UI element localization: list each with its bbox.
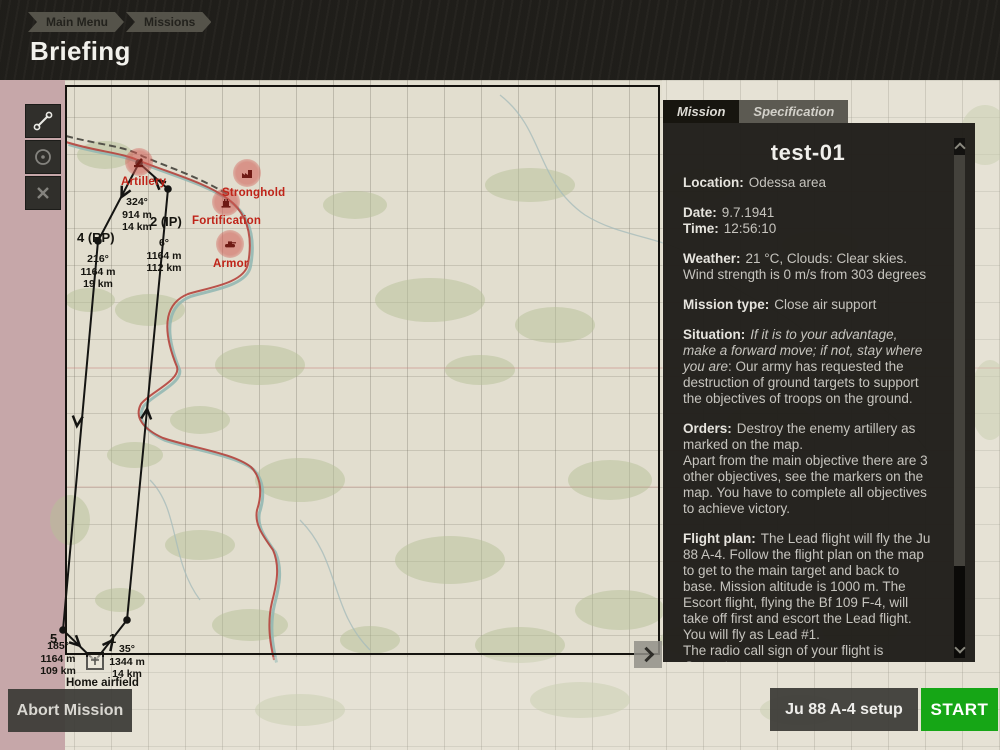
- flight-callsign: Gannet: [683, 659, 727, 662]
- route-label-5: 185° 1164 m 109 km: [40, 640, 76, 678]
- datetime-block: Date: 9.7.1941 Time: 12:56:10: [683, 205, 933, 237]
- chevron-down-icon: [953, 641, 966, 654]
- time-label: Time:: [683, 221, 719, 236]
- location-line: Location: Odessa area: [683, 175, 933, 191]
- scrollbar-track[interactable]: [954, 155, 965, 658]
- mission-type-value: Close air support: [774, 297, 877, 312]
- armor-icon: [225, 241, 236, 248]
- mission-briefing-panel: test-01 Location: Odessa area Date: 9.7.19…: [663, 123, 975, 662]
- breadcrumb-main-menu[interactable]: Main Menu: [28, 12, 124, 32]
- flight-plan-text-2: You will fly as Lead #1.: [683, 627, 820, 642]
- center-view-button[interactable]: [25, 140, 61, 174]
- mission-type-label: Mission type:: [683, 297, 770, 312]
- situation-block: Situation: If it is to your advantage, ma…: [683, 327, 933, 407]
- close-icon: [37, 187, 49, 199]
- abort-mission-button[interactable]: Abort Mission: [8, 689, 132, 732]
- chevron-right-icon: [638, 646, 655, 663]
- header: Main Menu Missions Briefing: [0, 0, 1000, 80]
- wind-line: Wind strength is 0 m/s from 303 degrees: [683, 267, 927, 282]
- orders-block: Orders: Destroy the enemy artillery as ma…: [683, 421, 933, 517]
- marker-label-artillery: Artillery: [121, 176, 167, 188]
- weather-label: Weather:: [683, 251, 741, 266]
- chevron-up-icon: [953, 142, 966, 154]
- route-label-rp: 216° 1164 m 19 km: [80, 253, 116, 291]
- marker-stronghold[interactable]: [233, 159, 261, 187]
- panel-collapse-button[interactable]: [634, 641, 662, 668]
- target-circle-icon: [35, 149, 51, 165]
- mission-title: test-01: [770, 140, 846, 165]
- marker-armor[interactable]: [216, 230, 244, 258]
- orders-label: Orders:: [683, 421, 732, 436]
- route-label-target: 324° 914 m 14 km: [122, 196, 152, 234]
- breadcrumb: Main Menu Missions: [28, 12, 213, 32]
- plane-setup-button[interactable]: Ju 88 A-4 setup: [770, 688, 918, 731]
- orders-text-2: Apart from the main objective there are …: [683, 453, 928, 516]
- marker-artillery[interactable]: [125, 148, 153, 176]
- tab-mission[interactable]: Mission: [663, 100, 740, 123]
- time-value: 12:56:10: [723, 221, 777, 236]
- location-label: Location:: [683, 175, 744, 190]
- panel-tabs: Mission Specification: [663, 100, 849, 123]
- date-label: Date:: [683, 205, 717, 220]
- marker-label-stronghold: Stronghold: [222, 187, 286, 199]
- tab-specification[interactable]: Specification: [739, 100, 849, 123]
- stronghold-icon: [242, 170, 252, 178]
- briefing-screen: Artillery Stronghold Fortification Armor…: [0, 0, 1000, 750]
- mission-type-line: Mission type: Close air support: [683, 297, 933, 313]
- route-label-ip: 6° 1164 m 112 km: [146, 237, 182, 275]
- flight-plan-text-3: The radio call sign of your flight is Ga…: [683, 643, 933, 662]
- weather-block: Weather: 21 °C, Clouds: Clear skies. Wind…: [683, 251, 933, 283]
- page-title: Briefing: [30, 36, 131, 66]
- weather-value: 21 °C, Clouds: Clear skies.: [745, 251, 907, 266]
- route-label-1: 35° 1344 m 14 km: [109, 643, 145, 681]
- start-button[interactable]: START: [921, 688, 998, 731]
- measure-tool-button[interactable]: [25, 104, 61, 138]
- date-value: 9.7.1941: [721, 205, 775, 220]
- situation-label: Situation:: [683, 327, 746, 342]
- marker-label-armor: Armor: [213, 258, 249, 270]
- scroll-up-button[interactable]: [953, 138, 966, 155]
- panel-scrollbar[interactable]: [953, 138, 966, 658]
- location-value: Odessa area: [748, 175, 827, 190]
- scroll-down-button[interactable]: [953, 641, 966, 657]
- breadcrumb-missions[interactable]: Missions: [126, 12, 211, 32]
- ruler-icon: [33, 111, 53, 131]
- artillery-icon: [134, 158, 143, 168]
- clear-tool-button[interactable]: [25, 176, 61, 210]
- marker-label-fortification: Fortification: [192, 215, 262, 227]
- flight-plan-label: Flight plan:: [683, 531, 756, 546]
- flight-plan-block: Flight plan: The Lead flight will fly the…: [683, 531, 933, 662]
